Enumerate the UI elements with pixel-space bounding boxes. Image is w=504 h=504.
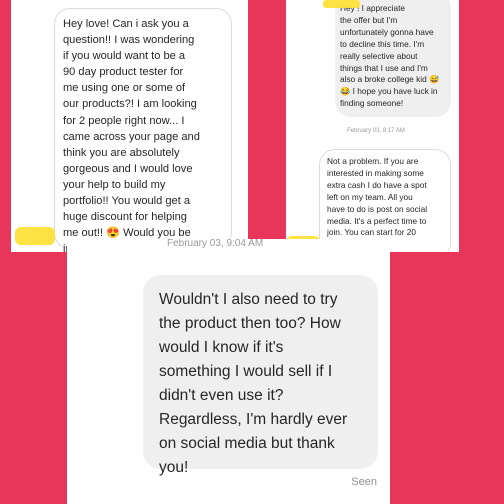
faded-timestamp: February 03, 9:04 AM xyxy=(167,239,264,249)
redacted-name-highlight xyxy=(323,0,360,8)
redacted-avatar-highlight xyxy=(15,227,55,245)
message-text-end: I hope you have luck in finding someone! xyxy=(340,86,438,109)
outgoing-message-bubble: Wouldn't I also need to try the product … xyxy=(143,275,378,476)
outgoing-message-bubble: Hey ! I appreciate the offer but I'm unf… xyxy=(335,0,451,117)
right-screenshot-panel: Hey ! I appreciate the offer but I'm unf… xyxy=(286,0,459,252)
left-screenshot-panel: Hey love! Can i ask you a question!! I w… xyxy=(11,0,248,252)
message-text: Hey ! I appreciate the offer but I'm unf… xyxy=(340,3,434,85)
bottom-screenshot-panel: February 03, 9:04 AM Wouldn't I also nee… xyxy=(67,239,390,504)
sweat-smile-emoji-icon: 😅 xyxy=(429,74,440,85)
incoming-message-bubble: Hey love! Can i ask you a question!! I w… xyxy=(54,8,232,252)
joy-emoji-icon: 😂 xyxy=(340,86,351,97)
message-text: Hey love! Can i ask you a question!! I w… xyxy=(63,18,200,240)
seen-status: Seen xyxy=(351,476,377,488)
incoming-message-bubble: Not a problem. If you are interested in … xyxy=(319,149,451,252)
message-timestamp: February 03, 8:17 AM xyxy=(347,128,405,134)
